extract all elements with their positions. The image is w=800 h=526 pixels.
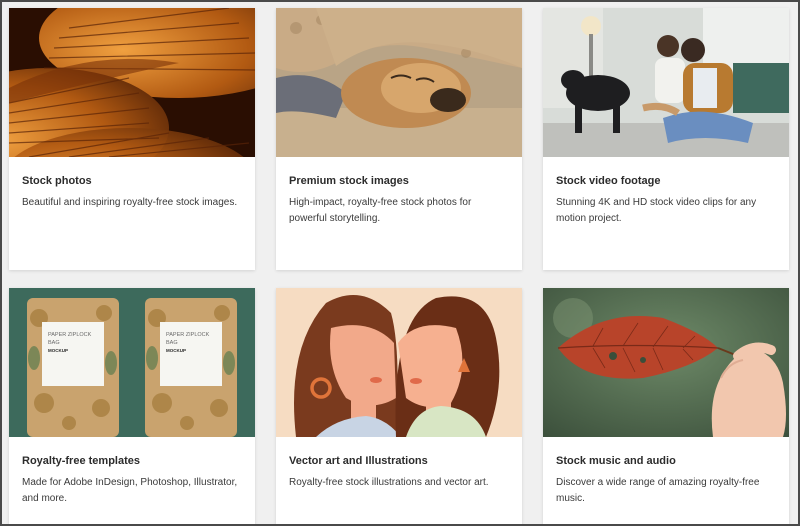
card-title[interactable]: Stock video footage (556, 175, 776, 187)
card-vector-art-illustrations[interactable]: Vector art and Illustrations Royalty-fre… (276, 288, 522, 526)
hand-holding-leaf-image (543, 288, 789, 437)
sleeping-dog-image (276, 8, 522, 157)
card-stock-video-footage[interactable]: Stock video footage Stunning 4K and HD s… (543, 8, 789, 270)
card-royalty-free-templates[interactable]: PAPER ZIPLOCK BAG MOCKUP PAPER ZIPLOCK B… (9, 288, 255, 526)
mockup-label-line2: BAG (166, 340, 178, 346)
two-women-illustration-image (276, 288, 522, 437)
card-description: Made for Adobe InDesign, Photoshop, Illu… (22, 477, 238, 504)
card-title[interactable]: Stock photos (22, 175, 242, 187)
card-title[interactable]: Stock music and audio (556, 455, 776, 467)
card-stock-photos[interactable]: Stock photos Beautiful and inspiring roy… (9, 8, 255, 270)
card-description: Beautiful and inspiring royalty-free sto… (22, 197, 238, 208)
card-premium-stock-images[interactable]: Premium stock images High-impact, royalt… (276, 8, 522, 270)
mushroom-gills-image (9, 8, 255, 157)
card-title[interactable]: Premium stock images (289, 175, 509, 187)
card-title[interactable]: Royalty-free templates (22, 455, 242, 467)
mockup-label-line2: BAG (48, 340, 60, 346)
paper-bag-mockup-image: PAPER ZIPLOCK BAG MOCKUP PAPER ZIPLOCK B… (9, 288, 255, 437)
card-description: Royalty-free stock illustrations and vec… (289, 477, 489, 488)
card-title[interactable]: Vector art and Illustrations (289, 455, 509, 467)
card-description: Discover a wide range of amazing royalty… (556, 477, 760, 504)
family-with-dog-image (543, 8, 789, 157)
mockup-label-line1: PAPER ZIPLOCK (48, 332, 92, 338)
card-grid: Stock photos Beautiful and inspiring roy… (9, 8, 789, 526)
mockup-label-line3: MOCKUP (48, 348, 68, 353)
mockup-label-line3: MOCKUP (166, 348, 186, 353)
mockup-label-line1: PAPER ZIPLOCK (166, 332, 210, 338)
card-description: High-impact, royalty-free stock photos f… (289, 197, 472, 224)
card-stock-music-audio[interactable]: Stock music and audio Discover a wide ra… (543, 288, 789, 526)
card-description: Stunning 4K and HD stock video clips for… (556, 197, 757, 224)
